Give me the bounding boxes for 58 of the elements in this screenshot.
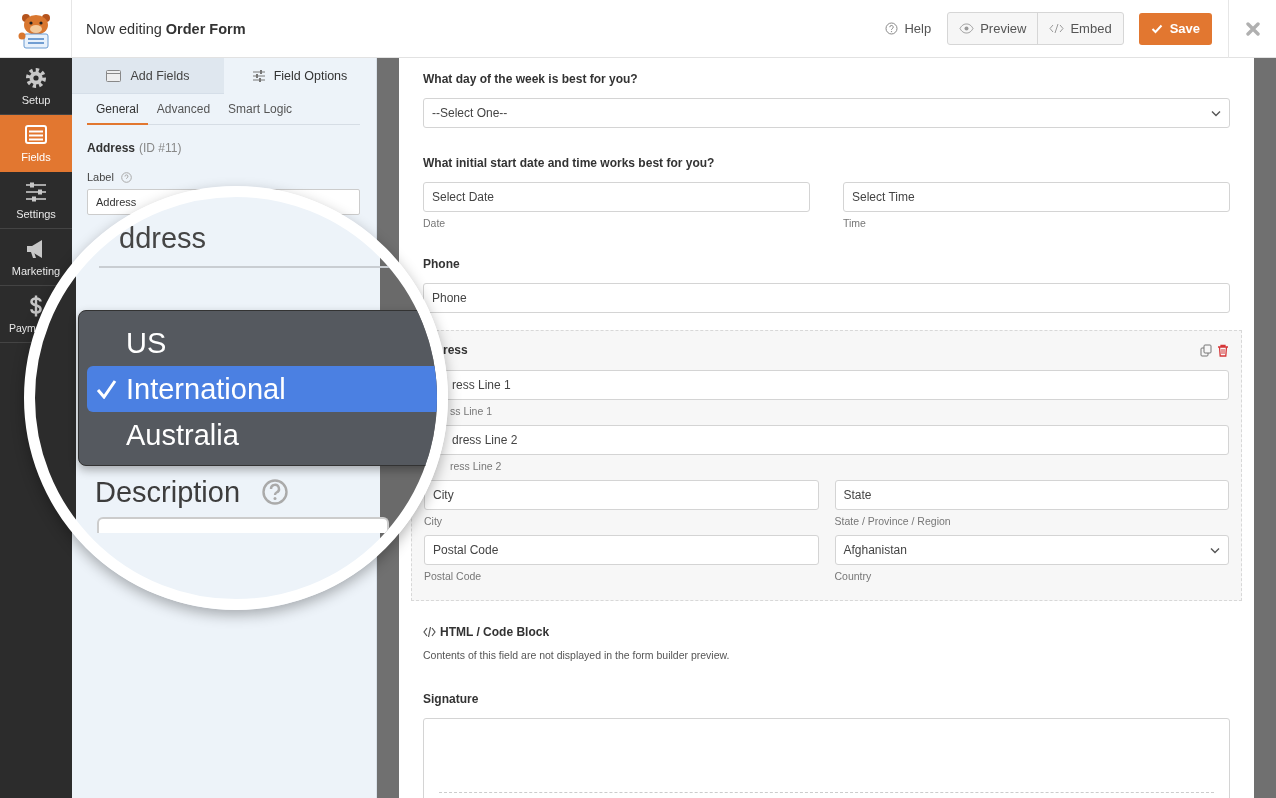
field-label: Label — [87, 171, 114, 183]
preview-button[interactable]: Preview — [948, 13, 1038, 44]
signature-pad[interactable] — [423, 718, 1230, 798]
chevron-down-icon — [1210, 546, 1220, 554]
field-id: (ID #11) — [139, 141, 182, 155]
sliders-icon — [252, 68, 265, 83]
sliders-icon — [24, 180, 48, 204]
field-label: Description — [95, 475, 241, 509]
form-list-icon — [24, 123, 48, 147]
close-icon[interactable] — [1245, 21, 1260, 36]
sublabel: State / Province / Region — [834, 515, 952, 527]
table-icon — [106, 68, 122, 83]
field-name: Address — [87, 141, 136, 155]
eye-icon — [959, 22, 975, 35]
sublabel: ss Line 1 — [449, 405, 494, 417]
sublabel: Country — [834, 570, 873, 582]
field-label: What initial start date and time works best for you? — [423, 156, 716, 170]
field-label: Signature — [423, 692, 480, 706]
field-description: Contents of this field are not displayed in the form builder preview. — [423, 649, 731, 661]
sublabel: ress Line 2 — [449, 460, 503, 472]
input-field[interactable]: Phone — [423, 283, 1230, 313]
menu-option[interactable]: US — [87, 320, 437, 366]
select-field[interactable]: Afghanistan — [834, 535, 1229, 565]
menu-option[interactable]: International — [87, 366, 437, 412]
field-label: ress — [442, 343, 468, 357]
copy-icon[interactable] — [1200, 343, 1212, 357]
sublabel: City — [424, 515, 444, 527]
subtab[interactable]: General — [87, 94, 148, 125]
check-icon — [96, 379, 117, 399]
code-icon — [1049, 22, 1065, 35]
check-icon — [1150, 23, 1163, 34]
help-icon — [885, 22, 899, 35]
input-field[interactable]: Select Time — [843, 182, 1230, 212]
field-label: Phone — [423, 257, 461, 271]
code-icon — [423, 626, 436, 638]
page-title: Now editing Order Form — [86, 20, 247, 37]
sublabel: Date — [423, 217, 447, 229]
trash-icon[interactable] — [1217, 343, 1229, 357]
input-field[interactable]: Select Date — [423, 182, 810, 212]
embed-button[interactable]: Embed — [1037, 13, 1123, 44]
help-icon — [262, 479, 289, 505]
input-field[interactable]: City — [424, 480, 819, 510]
field-label: ddress — [119, 221, 207, 255]
field-label: HTML / Code Block — [440, 625, 550, 639]
sublabel: Postal Code — [424, 570, 483, 582]
help-link[interactable]: Help — [885, 21, 932, 36]
subtab[interactable]: Smart Logic — [219, 94, 302, 125]
subtab[interactable]: Advanced — [147, 94, 220, 125]
input-field[interactable]: State — [834, 480, 1229, 510]
chevron-down-icon — [1211, 109, 1221, 117]
panel-tab[interactable]: Add Fields — [72, 58, 224, 94]
input-field[interactable]: Postal Code — [424, 535, 819, 565]
sublabel: Time — [843, 217, 867, 229]
help-icon — [120, 171, 132, 183]
field-label: What day of the week is best for you? — [423, 72, 639, 86]
gear-icon — [24, 66, 48, 90]
description-input[interactable] — [97, 517, 389, 533]
select-field[interactable]: --Select One-- — [423, 98, 1230, 128]
